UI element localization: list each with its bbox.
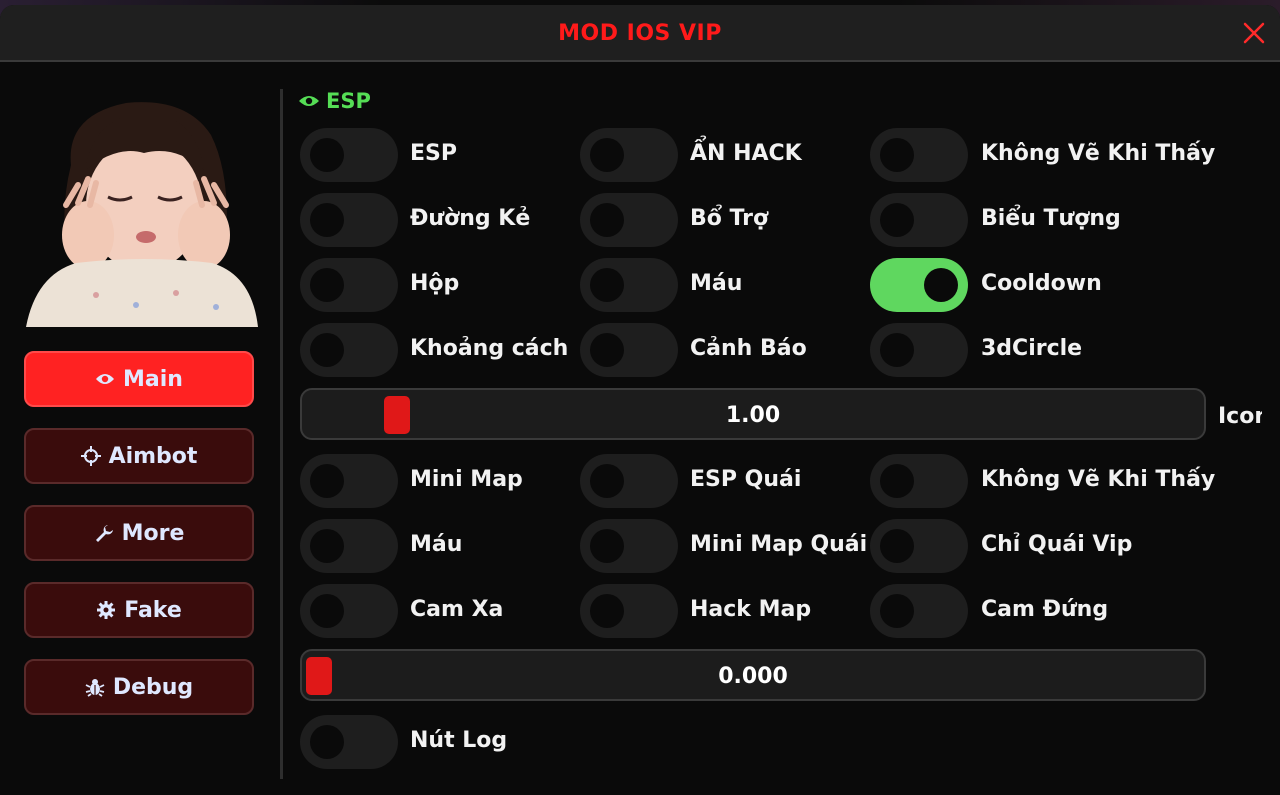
eye-icon [95, 369, 115, 389]
toggle-knob [590, 268, 624, 302]
toggle-switch-ng-k[interactable] [300, 193, 398, 247]
toggle-knob [310, 594, 344, 628]
toggle-label: Cảnh Báo [690, 336, 807, 361]
toggle-label: Cam Xa [410, 597, 504, 622]
toggle-switch-h-p[interactable] [300, 258, 398, 312]
nav-fake-label: Fake [124, 597, 182, 623]
nav-more-label: More [121, 520, 185, 546]
gear-icon [96, 600, 116, 620]
toggle-switch-n-hack[interactable] [580, 128, 678, 182]
toggle-knob [880, 594, 914, 628]
toggle-knob [310, 138, 344, 172]
toggle-label: Nút Log [410, 728, 508, 753]
toggle-knob [590, 138, 624, 172]
section-header-esp: ESP [298, 89, 371, 113]
toggle-switch-mini-map[interactable] [300, 454, 398, 508]
toggle-knob [590, 464, 624, 498]
nav-main-label: Main [123, 366, 183, 392]
toggle-switch-kh-ng-v-khi-th-y[interactable] [870, 128, 968, 182]
toggle-knob [310, 203, 344, 237]
toggle-switch-ch-qu-i-vip[interactable] [870, 519, 968, 573]
toggle-label: Biểu Tượng [981, 206, 1121, 231]
toggle-label: Hack Map [690, 597, 812, 622]
toggle-switch-b-tr[interactable] [580, 193, 678, 247]
window-title: MOD IOS VIP [558, 21, 722, 46]
toggle-knob [590, 529, 624, 563]
toggle-label: Bổ Trợ [690, 206, 769, 231]
toggle-knob [880, 529, 914, 563]
toggle-label: Cam Đứng [981, 597, 1109, 622]
toggle-switch-c-nh-b-o[interactable] [580, 323, 678, 377]
eye-icon [298, 89, 320, 113]
slider-value: 1.00 [725, 403, 781, 428]
toggle-switch-3dcircle[interactable] [870, 323, 968, 377]
nav-aimbot-button[interactable]: Aimbot [24, 428, 254, 484]
toggle-switch-kho-ng-c-ch[interactable] [300, 323, 398, 377]
toggle-label: 3dCircle [981, 336, 1083, 361]
slider-value: 0.000 [718, 664, 788, 689]
toggle-knob [880, 138, 914, 172]
toggle-switch-n-t-log[interactable] [300, 715, 398, 769]
wrench-icon [94, 523, 114, 543]
slider-icon-size[interactable]: 1.00 [300, 388, 1206, 440]
toggle-label: Không Vẽ Khi Thấy [981, 467, 1216, 492]
toggle-switch-cam-ng[interactable] [870, 584, 968, 638]
panel-divider [280, 89, 283, 779]
toggle-switch-mini-map-qu-i[interactable] [580, 519, 678, 573]
toggle-label: Cooldown [981, 271, 1102, 296]
toggle-knob [880, 203, 914, 237]
toggle-knob [590, 203, 624, 237]
toggle-label: Không Vẽ Khi Thấy [981, 141, 1216, 166]
nav-main-button[interactable]: Main [24, 351, 254, 407]
nav-more-button[interactable]: More [24, 505, 254, 561]
toggle-switch-m-u[interactable] [580, 258, 678, 312]
nav-debug-label: Debug [112, 674, 194, 700]
toggle-label: ESP Quái [690, 467, 802, 492]
toggle-knob [310, 725, 344, 759]
toggle-switch-cooldown[interactable] [870, 258, 968, 312]
toggle-label: Mini Map [410, 467, 523, 492]
toggle-knob [310, 333, 344, 367]
mod-menu-window: MOD IOS VIP Main Aimbot More Fake Debug … [0, 5, 1280, 795]
toggle-label: Đường Kẻ [410, 206, 531, 231]
close-icon[interactable] [1238, 17, 1270, 49]
nav-debug-button[interactable]: Debug [24, 659, 254, 715]
toggle-switch-esp-qu-i[interactable] [580, 454, 678, 508]
toggle-switch-kh-ng-v-khi-th-y[interactable] [870, 454, 968, 508]
toggle-knob [924, 268, 958, 302]
section-title: ESP [326, 89, 371, 113]
toggle-switch-cam-xa[interactable] [300, 584, 398, 638]
toggle-knob [590, 333, 624, 367]
bug-icon [85, 677, 105, 697]
toggle-label: ẨN HACK [690, 141, 802, 166]
nav-fake-button[interactable]: Fake [24, 582, 254, 638]
toggle-switch-esp[interactable] [300, 128, 398, 182]
crosshair-icon [80, 446, 101, 466]
toggle-knob [880, 464, 914, 498]
slider-value-2[interactable]: 0.000 [300, 649, 1206, 701]
toggle-knob [880, 333, 914, 367]
toggle-label: ESP [410, 141, 457, 166]
toggle-label: Mini Map Quái [690, 532, 868, 557]
title-bar: MOD IOS VIP [0, 5, 1280, 62]
toggle-knob [310, 464, 344, 498]
toggle-knob [310, 268, 344, 302]
toggle-knob [310, 529, 344, 563]
toggle-switch-hack-map[interactable] [580, 584, 678, 638]
toggle-label: Máu [690, 271, 743, 296]
toggle-label: Khoảng cách [410, 336, 569, 361]
toggle-label: Chỉ Quái Vip [981, 532, 1133, 557]
avatar [26, 95, 258, 327]
toggle-switch-bi-u-t-ng[interactable] [870, 193, 968, 247]
slider-trailing-label: Icon [1218, 404, 1262, 429]
toggle-switch-m-u[interactable] [300, 519, 398, 573]
toggle-label: Máu [410, 532, 463, 557]
toggle-label: Hộp [410, 271, 460, 296]
nav-aimbot-label: Aimbot [108, 443, 198, 469]
toggle-knob [590, 594, 624, 628]
